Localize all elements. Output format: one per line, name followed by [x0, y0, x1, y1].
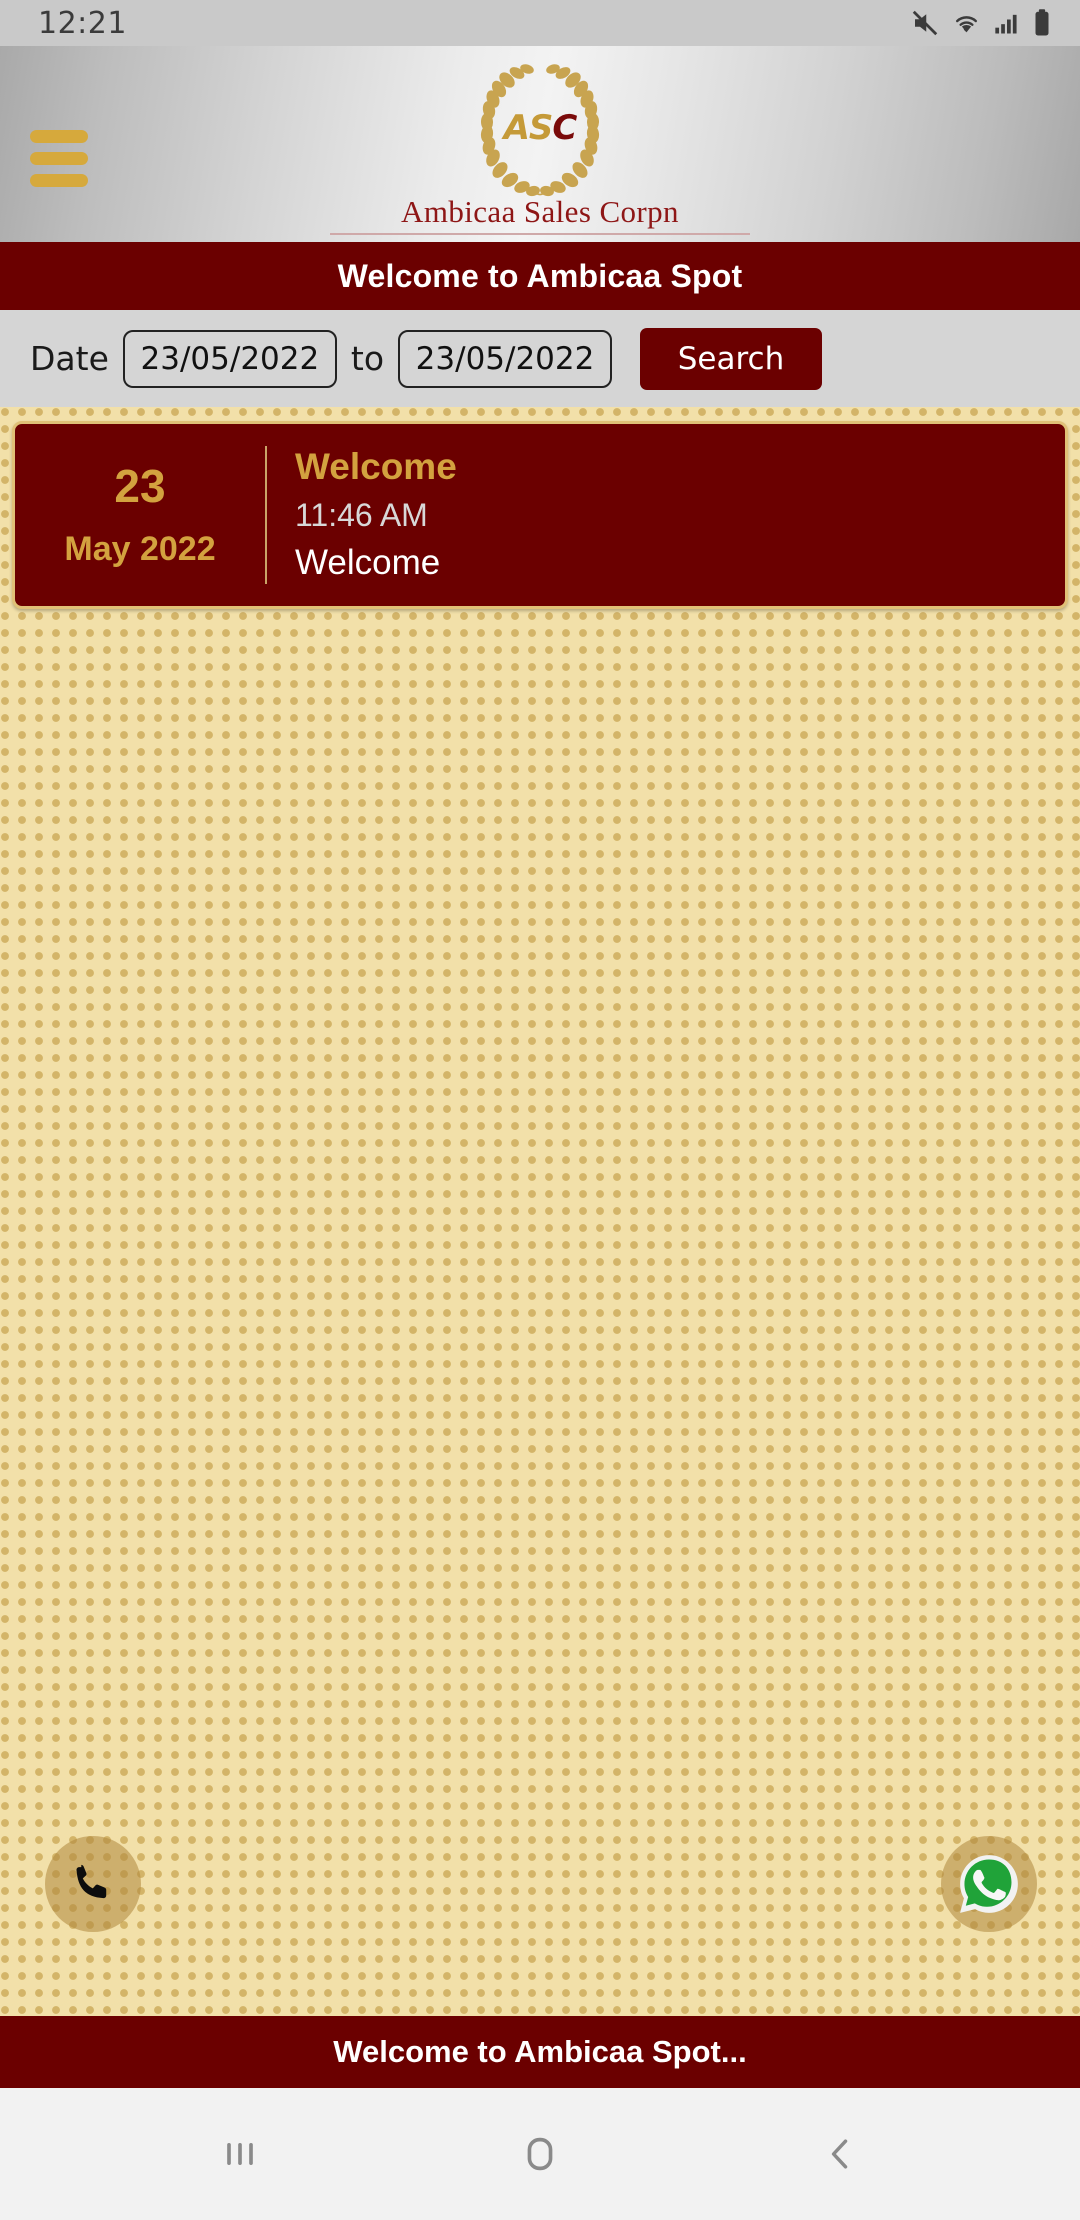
- main-content: 23 May 2022 Welcome 11:46 AM Welcome: [0, 407, 1080, 2016]
- wifi-icon: [951, 8, 982, 38]
- mute-icon: [910, 8, 940, 38]
- logo-wordmark-red: C: [552, 108, 577, 148]
- date-label: Date: [30, 339, 109, 378]
- whatsapp-fab[interactable]: [941, 1836, 1037, 1932]
- entry-date: 23 May 2022: [15, 424, 265, 606]
- company-name: Ambicaa Sales Corpn: [330, 194, 750, 235]
- from-date-input[interactable]: [122, 329, 337, 388]
- app-root: 12:21 ASC Ambicaa Sales Corpn Welcome to…: [0, 0, 1080, 2220]
- entry-description: Welcome: [295, 543, 441, 583]
- entry-time: 11:46 AM: [295, 496, 428, 533]
- whatsapp-icon: [956, 1851, 1022, 1917]
- footer-status-bar: Welcome to Ambicaa Spot...: [0, 2016, 1080, 2088]
- call-fab[interactable]: [45, 1836, 141, 1932]
- status-bar: 12:21: [0, 0, 1080, 46]
- recents-icon[interactable]: [185, 2099, 295, 2209]
- to-label: to: [350, 339, 385, 378]
- home-icon[interactable]: [485, 2099, 595, 2209]
- brand-logo: ASC Ambicaa Sales Corpn: [0, 50, 1080, 235]
- entry-card[interactable]: 23 May 2022 Welcome 11:46 AM Welcome: [12, 421, 1068, 610]
- page-title: Welcome to Ambicaa Spot: [0, 242, 1080, 310]
- entry-body: Welcome 11:46 AM Welcome: [267, 424, 457, 606]
- status-time: 12:21: [38, 5, 127, 41]
- entry-month-year: May 2022: [64, 529, 216, 568]
- back-icon[interactable]: [785, 2099, 895, 2209]
- app-header: ASC Ambicaa Sales Corpn: [0, 46, 1080, 242]
- android-nav-bar: [0, 2088, 1080, 2220]
- logo-wordmark: ASC: [0, 108, 1080, 148]
- logo-wordmark-gold: AS: [503, 108, 554, 148]
- to-date-input[interactable]: [398, 329, 613, 388]
- battery-icon: [1032, 8, 1052, 38]
- search-button[interactable]: Search: [640, 327, 823, 390]
- entry-day: 23: [114, 460, 166, 513]
- phone-icon: [67, 1858, 119, 1910]
- signal-icon: [993, 8, 1021, 38]
- status-icon-group: [910, 8, 1052, 38]
- entry-title: Welcome: [295, 446, 457, 487]
- date-search-bar: Date to Search: [0, 310, 1080, 407]
